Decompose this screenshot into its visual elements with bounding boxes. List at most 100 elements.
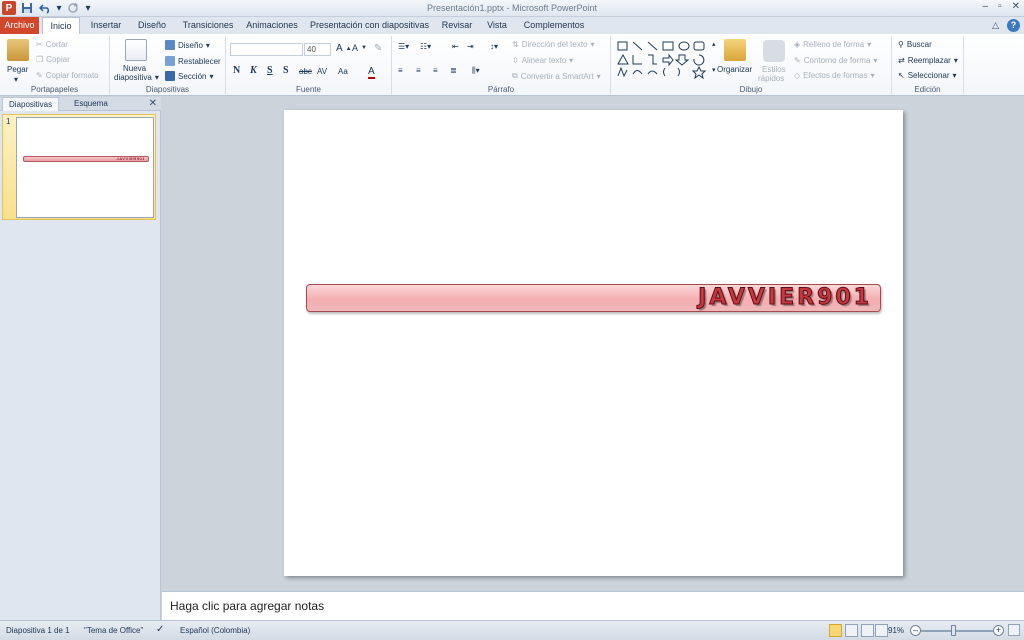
reset-button[interactable]: Restablecer (165, 56, 221, 66)
italic-button[interactable]: K (250, 65, 257, 76)
shape-outline-label: Contorno de forma (803, 56, 871, 65)
copy-label: Copiar (46, 55, 70, 64)
zoom-out-button[interactable]: – (910, 625, 921, 636)
text-direction-label: Dirección del texto (521, 40, 588, 49)
group-label: Fuente (296, 85, 321, 94)
slide-canvas[interactable]: JAVVIER901 (284, 110, 903, 576)
quick-styles-button-line1[interactable]: Estilos (762, 65, 786, 74)
text-direction-button[interactable]: ⇅ Dirección del texto ▾ (512, 40, 595, 49)
columns-icon[interactable]: ⫼▾ (472, 66, 480, 76)
underline-button[interactable]: S (267, 65, 273, 76)
title-textbox[interactable]: JAVVIER901 (306, 284, 881, 312)
font-color-button[interactable]: A (368, 66, 375, 79)
new-slide-button-line1[interactable]: Nueva (123, 64, 146, 73)
zoom-slider-handle[interactable] (951, 625, 956, 636)
replace-button[interactable]: ⇄ Reemplazar ▾ (898, 56, 958, 65)
font-name-select[interactable] (230, 43, 303, 56)
slide-thumbnail[interactable]: JAVVIER901 (16, 117, 154, 218)
paste-dropdown-icon[interactable]: ▾ (14, 75, 18, 84)
tab-insertar[interactable]: Insertar (85, 17, 127, 34)
tab-animaciones[interactable]: Animaciones (243, 17, 301, 34)
slideshow-view-button[interactable] (875, 624, 888, 637)
minimize-ribbon-icon[interactable]: △ (992, 20, 999, 31)
normal-view-button[interactable] (829, 624, 842, 637)
slide-title-text[interactable]: JAVVIER901 (698, 285, 872, 310)
find-button[interactable]: ⚲ Buscar (898, 40, 932, 49)
numbering-icon[interactable]: ☷▾ (420, 42, 431, 51)
tab-diseno[interactable]: Diseño (132, 17, 172, 34)
grow-font-icon[interactable]: A ▲ (336, 43, 352, 54)
dropdown-arrow-icon: ▾ (154, 73, 159, 82)
tab-archivo[interactable]: Archivo (0, 17, 39, 34)
change-case-button[interactable]: Aa (338, 67, 348, 76)
paste-icon[interactable] (7, 39, 29, 61)
font-size-select[interactable]: 40 (304, 43, 331, 56)
select-button[interactable]: ↖ Seleccionar ▾ (898, 71, 957, 80)
shadow-button[interactable]: S (283, 65, 289, 76)
notes-placeholder[interactable]: Haga clic para agregar notas (170, 599, 324, 613)
help-icon[interactable]: ? (1007, 19, 1020, 32)
shape-fill-button[interactable]: ◈ Relleno de forma ▾ (794, 40, 871, 49)
new-slide-icon[interactable] (125, 39, 147, 61)
tab-vista[interactable]: Vista (482, 17, 512, 34)
zoom-in-button[interactable]: + (993, 625, 1004, 636)
shrink-font-icon[interactable]: A ▼ (352, 43, 367, 53)
cut-button[interactable]: ✂ Cortar (36, 40, 68, 49)
align-right-icon[interactable]: ≡ (433, 66, 438, 75)
new-slide-button-line2[interactable]: diapositiva ▾ (114, 73, 159, 82)
tab-inicio[interactable]: Inicio (42, 17, 80, 35)
tab-revisar[interactable]: Revisar (437, 17, 477, 34)
minimize-icon[interactable]: – (983, 1, 989, 12)
bold-button[interactable]: N (233, 65, 240, 76)
paste-button[interactable]: Pegar (7, 65, 28, 74)
select-label: Seleccionar (907, 71, 950, 80)
gallery-more-icon[interactable]: ▾ (712, 66, 716, 74)
shape-effects-button[interactable]: ◇ Efectos de formas ▾ (794, 71, 875, 80)
tab-diapositivas[interactable]: Diapositivas (2, 97, 60, 111)
bullets-icon[interactable]: ☰▾ (398, 42, 409, 51)
tab-transiciones[interactable]: Transiciones (178, 17, 238, 34)
quick-styles-icon[interactable] (763, 40, 785, 62)
fit-to-window-button[interactable] (1008, 624, 1020, 636)
align-text-button[interactable]: ⇳ Alinear texto ▾ (512, 56, 573, 65)
increase-indent-icon[interactable]: ⇥ (467, 42, 474, 51)
char-spacing-button[interactable]: AV (317, 67, 327, 76)
shapes-gallery[interactable] (615, 40, 711, 80)
line-spacing-icon[interactable]: ↕▾ (490, 42, 498, 51)
strikethrough-button[interactable]: abc (299, 67, 312, 76)
reading-view-button[interactable] (861, 624, 874, 637)
layout-button[interactable]: Diseño ▾ (165, 40, 210, 50)
new-slide-label: diapositiva (114, 73, 152, 82)
slide-thumbnail-selected[interactable]: 1 JAVVIER901 (2, 114, 156, 220)
theme-name[interactable]: "Tema de Office" (84, 626, 143, 635)
slide-sorter-view-button[interactable] (845, 624, 858, 637)
zoom-slider[interactable] (921, 630, 993, 632)
clear-format-icon[interactable]: ✎ (374, 43, 382, 54)
arrange-button[interactable]: Organizar (717, 65, 752, 74)
spelling-check-icon[interactable]: ✓ (156, 624, 164, 635)
justify-icon[interactable]: ≣ (450, 66, 457, 75)
quick-styles-button-line2[interactable]: rápidos (758, 74, 784, 83)
close-icon[interactable]: ✕ (1012, 1, 1020, 12)
format-painter-button[interactable]: ✎ Copiar formato (36, 71, 99, 80)
zoom-level[interactable]: 91% (888, 626, 904, 635)
dropdown-arrow-icon: ▾ (867, 40, 872, 49)
shape-outline-button[interactable]: ✎ Contorno de forma ▾ (794, 56, 877, 65)
close-panel-icon[interactable]: ✕ (149, 98, 157, 109)
tab-complementos[interactable]: Complementos (518, 17, 590, 34)
smartart-button[interactable]: ⧉ Convertir a SmartArt ▾ (512, 71, 601, 81)
notes-pane[interactable]: Haga clic para agregar notas (162, 591, 1024, 620)
tab-presentacion[interactable]: Presentación con diapositivas (307, 17, 432, 34)
cut-label: Cortar (45, 40, 68, 49)
section-label: Sección (178, 71, 207, 81)
language[interactable]: Español (Colombia) (180, 626, 250, 635)
gallery-scroll-icon[interactable]: ▴ (712, 40, 716, 48)
copy-button[interactable]: ❐ Copiar (36, 55, 70, 64)
maximize-icon[interactable]: ▫ (998, 1, 1002, 12)
arrange-icon[interactable] (724, 39, 746, 61)
align-left-icon[interactable]: ≡ (398, 66, 403, 75)
decrease-indent-icon[interactable]: ⇤ (452, 42, 459, 51)
section-button[interactable]: Sección ▾ (165, 71, 213, 81)
align-center-icon[interactable]: ≡ (416, 66, 421, 75)
tab-esquema[interactable]: Esquema (68, 97, 114, 111)
